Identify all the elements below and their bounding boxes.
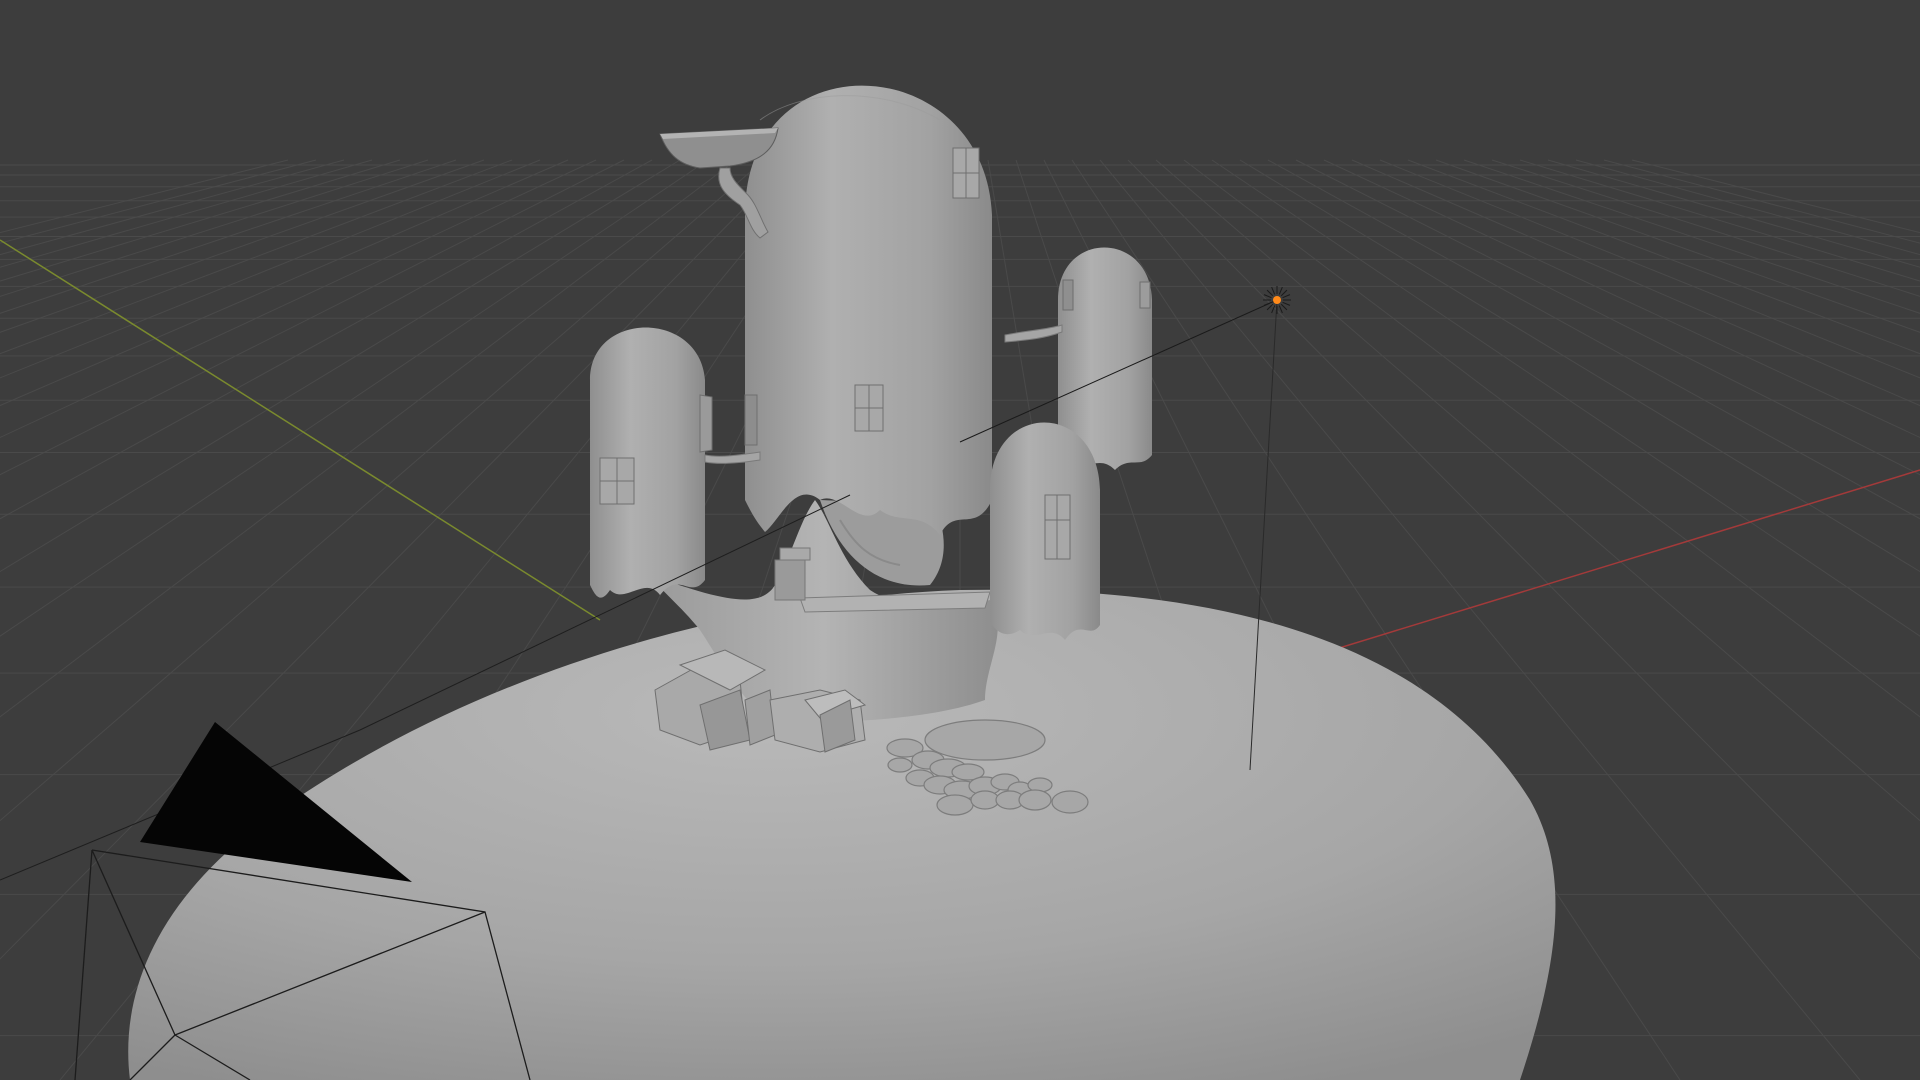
stepping-stone xyxy=(970,790,1000,810)
left-pod-window xyxy=(599,457,635,505)
stepping-stone xyxy=(887,757,913,773)
light-origin-dot xyxy=(1273,296,1281,304)
stepping-stone xyxy=(1051,790,1089,814)
stepping-stone xyxy=(936,794,974,816)
viewport-canvas[interactable] xyxy=(0,0,1920,1080)
stepping-stone xyxy=(1018,789,1052,811)
main-pod-window-front xyxy=(854,384,884,432)
main-pod-window-top xyxy=(952,147,980,199)
right-front-pod[interactable] xyxy=(990,422,1100,641)
main-pod[interactable] xyxy=(744,85,992,536)
right-front-pod-window xyxy=(1044,494,1071,560)
stepping-stone xyxy=(924,719,1046,761)
3d-viewport[interactable] xyxy=(0,0,1920,1080)
